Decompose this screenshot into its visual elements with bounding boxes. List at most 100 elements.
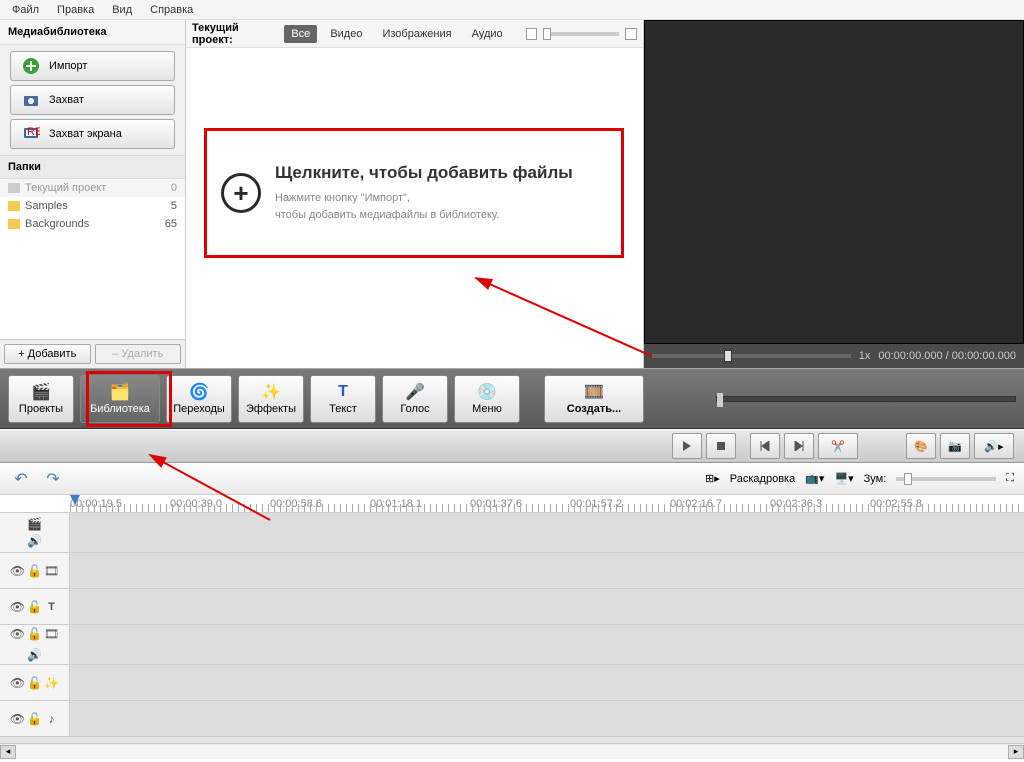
fx-icon: ✨	[45, 676, 59, 690]
audio-icon: ♪	[45, 712, 59, 726]
folder-count: 0	[171, 182, 177, 194]
menu-help[interactable]: Справка	[142, 2, 201, 18]
import-label: Импорт	[49, 60, 87, 72]
speaker-icon: 🔊	[28, 534, 42, 548]
horizontal-scrollbar[interactable]: ◂ ▸	[0, 743, 1024, 759]
color-button[interactable]: 🎨	[906, 433, 936, 459]
drop-line2: чтобы добавить медиафайлы в библиотеку.	[275, 209, 499, 221]
storyboard-toggle-icon[interactable]: ⊞▸	[705, 472, 720, 485]
remove-folder-button[interactable]: – Удалить	[95, 344, 182, 364]
text-icon: T	[45, 600, 59, 614]
lock-icon: 🔓	[28, 564, 42, 578]
preview-speed-slider[interactable]	[652, 354, 851, 358]
voice-button[interactable]: 🎤 Голос	[382, 375, 448, 423]
menu-edit[interactable]: Правка	[49, 2, 102, 18]
monitor-icon[interactable]: 🖥️▾	[834, 472, 853, 485]
folder-backgrounds[interactable]: Backgrounds 65	[0, 215, 185, 233]
undo-button[interactable]: ↶	[10, 469, 32, 489]
preview-time: 00:00:00.000 / 00:00:00.000	[878, 350, 1016, 362]
capture-label: Захват	[49, 94, 84, 106]
projects-button[interactable]: 🎬 Проекты	[8, 375, 74, 423]
redo-button[interactable]: ↷	[42, 469, 64, 489]
tool-label: Эффекты	[246, 403, 296, 415]
preview-canvas	[644, 20, 1024, 344]
zoom-label: Зум:	[864, 473, 887, 485]
ruler-tick: 00:01:18.1	[370, 498, 422, 510]
tool-label: Меню	[472, 403, 502, 415]
aspect-icon[interactable]: 📺▾	[805, 472, 824, 485]
import-button[interactable]: Импорт	[10, 51, 175, 81]
annotation-arrow-2	[140, 450, 300, 530]
create-button[interactable]: 🎞️ Создать...	[544, 375, 644, 423]
effects-button[interactable]: ✨ Эффекты	[238, 375, 304, 423]
sidebar-buttons: Импорт Захват REC Захват экрана	[0, 45, 185, 155]
effects-track[interactable]: 👁 🔓 ✨	[0, 665, 1024, 701]
overlay2-track[interactable]: 👁 🔓 🎞 🔊	[0, 625, 1024, 665]
thumbnail-size-slider[interactable]	[543, 32, 619, 36]
track-head: 👁 🔓 🎞	[0, 553, 70, 588]
filter-label: Текущий проект:	[192, 22, 278, 46]
library-icon: 🗂️	[110, 383, 130, 401]
scroll-left-button[interactable]: ◂	[0, 745, 16, 759]
zoom-slider[interactable]	[896, 477, 996, 481]
eye-icon: 👁	[11, 564, 25, 578]
folder-list: Текущий проект 0 Samples 5 Backgrounds 6…	[0, 179, 185, 339]
menu-file[interactable]: Файл	[4, 2, 47, 18]
screen-capture-button[interactable]: REC Захват экрана	[10, 119, 175, 149]
timeline-scrub-slider[interactable]	[716, 396, 1016, 402]
text-track[interactable]: 👁 🔓 T	[0, 589, 1024, 625]
create-icon: 🎞️	[584, 383, 604, 401]
transitions-button[interactable]: 🌀 Переходы	[166, 375, 232, 423]
eye-icon: 👁	[11, 676, 25, 690]
track-head: 👁 🔓 ✨	[0, 665, 70, 700]
ruler-tick: 00:02:16.7	[670, 498, 722, 510]
stop-button[interactable]	[706, 433, 736, 459]
list-checkbox[interactable]	[625, 28, 637, 40]
split-button[interactable]: ✂️	[818, 433, 858, 459]
menu-button[interactable]: 💿 Меню	[454, 375, 520, 423]
text-button[interactable]: T Текст	[310, 375, 376, 423]
play-button[interactable]	[672, 433, 702, 459]
scroll-right-button[interactable]: ▸	[1008, 745, 1024, 759]
filter-video[interactable]: Видео	[323, 25, 369, 43]
screen-capture-label: Захват экрана	[49, 128, 122, 140]
timeline-tracks: 🎬 🔊 👁 🔓 🎞 👁 🔓 T 👁 🔓 🎞 🔊 👁	[0, 513, 1024, 743]
lock-icon: 🔓	[28, 600, 42, 614]
capture-button[interactable]: Захват	[10, 85, 175, 115]
add-folder-button[interactable]: + Добавить	[4, 344, 91, 364]
drop-line1: Нажмите кнопку "Импорт",	[275, 192, 410, 204]
volume-button[interactable]: 🔊▸	[974, 433, 1014, 459]
tool-label: Переходы	[173, 403, 225, 415]
overlay-video-track[interactable]: 👁 🔓 🎞	[0, 553, 1024, 589]
menu-bar: Файл Правка Вид Справка	[0, 0, 1024, 20]
add-files-highlight: + Щелкните, чтобы добавить файлы Нажмите…	[204, 128, 624, 258]
menu-view[interactable]: Вид	[104, 2, 140, 18]
filter-images[interactable]: Изображения	[375, 25, 458, 43]
folder-current-project[interactable]: Текущий проект 0	[0, 179, 185, 197]
folder-icon	[8, 183, 20, 193]
folder-name: Samples	[25, 200, 68, 212]
main-toolbar: 🎬 Проекты 🗂️ Библиотека 🌀 Переходы ✨ Эфф…	[0, 369, 1024, 429]
audio-track[interactable]: 👁 🔓 ♪	[0, 701, 1024, 737]
drop-area[interactable]: + Щелкните, чтобы добавить файлы Нажмите…	[186, 48, 643, 368]
track-head: 🎬 🔊	[0, 513, 70, 552]
next-button[interactable]	[784, 433, 814, 459]
preview-speed: 1x	[859, 350, 871, 362]
thumbnail-checkbox[interactable]	[526, 28, 538, 40]
folder-icon	[8, 219, 20, 229]
prev-button[interactable]	[750, 433, 780, 459]
tool-label: Библиотека	[90, 403, 150, 415]
library-button[interactable]: 🗂️ Библиотека	[80, 375, 160, 423]
ruler-tick: 00:01:37.6	[470, 498, 522, 510]
snapshot-button[interactable]: 📷	[940, 433, 970, 459]
sidebar-footer: + Добавить – Удалить	[0, 339, 185, 368]
folder-samples[interactable]: Samples 5	[0, 197, 185, 215]
fit-button[interactable]: ⛶	[1006, 472, 1014, 485]
media-area: Текущий проект: Все Видео Изображения Ау…	[186, 20, 644, 368]
tool-label: Проекты	[19, 403, 63, 415]
transitions-icon: 🌀	[189, 383, 209, 401]
filter-audio[interactable]: Аудио	[465, 25, 510, 43]
screen-icon: REC	[21, 124, 41, 144]
plus-icon	[21, 56, 41, 76]
filter-all[interactable]: Все	[284, 25, 317, 43]
